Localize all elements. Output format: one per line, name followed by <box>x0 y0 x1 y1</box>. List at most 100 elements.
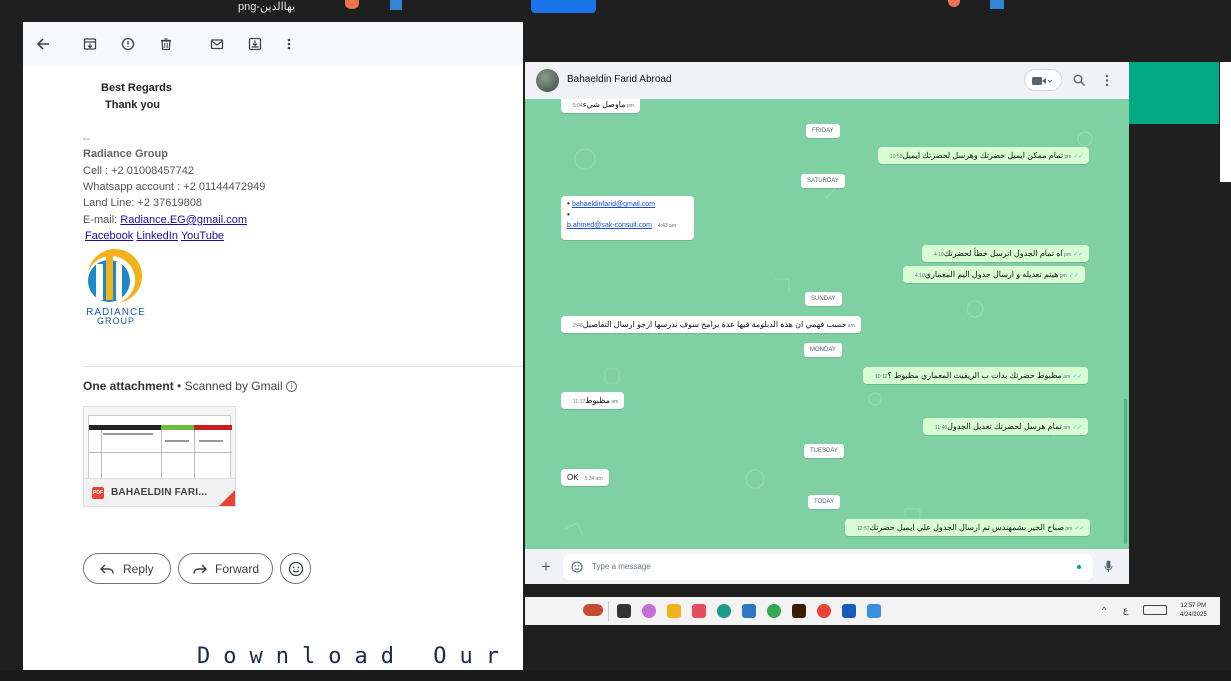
message-outgoing[interactable]: صباح الخير بشمهندس تم ارسال الجدول علي ا… <box>845 519 1091 536</box>
signature-email-link[interactable]: Radiance.EG@gmail.com <box>120 214 247 226</box>
message-text: مظبوط <box>585 396 610 405</box>
move-to-icon[interactable] <box>245 34 265 54</box>
radiance-logo-mark-icon <box>87 249 142 304</box>
video-call-button[interactable] <box>1024 69 1062 91</box>
forward-button[interactable]: Forward <box>178 553 273 584</box>
word-icon[interactable] <box>842 604 856 618</box>
attachment-thumbnail <box>88 415 232 480</box>
whatsapp-window: Bahaeldin Farid Abroad ماوصل شيء5:04 pm <box>525 62 1129 584</box>
attach-plus-icon[interactable]: + <box>541 558 551 575</box>
avatar[interactable] <box>536 69 559 92</box>
illustrator-icon[interactable] <box>792 604 806 618</box>
archive-icon[interactable] <box>80 34 100 54</box>
message-text: OK <box>567 473 579 482</box>
tab-icon[interactable] <box>345 0 359 9</box>
reply-button[interactable]: Reply <box>83 553 171 584</box>
task-view-icon[interactable] <box>617 604 631 618</box>
gmail-toolbar <box>23 22 523 66</box>
taskbar-clock[interactable]: 12:57 PM 4/24/2025 <box>1180 602 1207 620</box>
back-arrow-icon[interactable] <box>33 34 53 54</box>
tab-icon[interactable] <box>990 0 1004 9</box>
linkedin-link[interactable]: LinkedIn <box>136 230 178 242</box>
windows-taskbar: ^ ع 12:57 PM 4/24/2025 <box>525 597 1220 625</box>
desktop: png-بهاالدين Best Regards Thank you -- R… <box>0 0 1231 681</box>
gmail-message-pane: Best Regards Thank you -- Radiance Group… <box>23 22 523 670</box>
read-check-icon: ✓✓ <box>1074 526 1085 532</box>
pdf-file-icon: PDF <box>92 487 104 499</box>
sticker-icon[interactable] <box>571 561 583 573</box>
report-spam-icon[interactable] <box>118 34 138 54</box>
message-text: حسب فهمي ان هذة الدبلومة فيها عدة برامج … <box>582 320 847 329</box>
attachment-card[interactable]: PDF BAHAELDIN FARI... <box>83 406 236 507</box>
calculator-icon[interactable] <box>742 604 756 618</box>
app-icon[interactable] <box>867 604 881 618</box>
scanned-by-gmail: • Scanned by Gmail <box>177 379 283 393</box>
whatsapp-background-accent <box>1129 62 1219 124</box>
email-link-1[interactable]: bahaeldinfarid@gmail.com <box>572 201 655 208</box>
more-vert-icon[interactable] <box>279 34 299 54</box>
message-outgoing[interactable]: مظبوط حضرتك بدات ب الريفيت المعماري مظبو… <box>863 367 1089 384</box>
email-link-2[interactable]: b.ahmed@sak-consult.com <box>567 222 652 229</box>
signature-landline: Land Line: +2 37619808 <box>83 197 202 209</box>
message-incoming[interactable]: OK 5:34 am <box>561 469 609 486</box>
signature-cell: Cell : +2 01008457742 <box>83 165 195 177</box>
attachment-count: One attachment <box>83 379 174 393</box>
top-tab-strip: png-بهاالدين <box>0 0 1231 22</box>
message-incoming[interactable]: حسب فهمي ان هذة الدبلومة فيها عدة برامج … <box>561 316 861 333</box>
read-check-icon: ✓✓ <box>1072 425 1083 431</box>
email-bullet-3: b.ahmed@sak-consult.com 4:43 am <box>567 220 688 231</box>
emoji-icon <box>288 561 303 576</box>
read-check-icon: ✓✓ <box>1073 154 1084 160</box>
message-outgoing[interactable]: هيتم تعديله و ارسال جدول اليم المعماري4:… <box>903 266 1085 283</box>
edge-icon[interactable] <box>717 604 731 618</box>
info-icon[interactable]: i <box>285 381 297 393</box>
taskbar-search-box[interactable] <box>525 601 609 621</box>
message-text: تمام هرسل لحضرتك تعديل الجدول <box>947 422 1062 431</box>
emoji-react-button[interactable] <box>280 553 311 584</box>
logo-line-2: GROUP <box>96 316 135 326</box>
clock-date: 4/24/2025 <box>1180 612 1207 618</box>
chrome-alt-icon[interactable] <box>817 604 831 618</box>
day-divider-sunday: SUNDAY <box>805 292 842 306</box>
search-icon[interactable] <box>1073 74 1085 86</box>
file-explorer-icon[interactable] <box>667 604 681 618</box>
tab-icon[interactable] <box>390 0 402 10</box>
message-outgoing[interactable]: اه تمام الجدول اترسل خطأ لحضرتك4:10 pm ✓✓ <box>922 245 1090 262</box>
signature-whatsapp: Whatsapp account : +2 01144472949 <box>83 181 266 193</box>
message-time: 4:43 am <box>657 223 676 229</box>
read-check-icon: ✓✓ <box>1073 252 1084 258</box>
keyboard-language[interactable]: ع <box>1123 605 1128 616</box>
message-incoming-emails[interactable]: • bahaeldinfarid@gmail.com • b.ahmed@sak… <box>561 196 694 240</box>
chat-scrollbar[interactable] <box>1124 399 1127 544</box>
chrome-icon[interactable] <box>767 604 781 618</box>
signature-email-row: E-mail: Radiance.EG@gmail.com <box>83 212 247 228</box>
message-input-box[interactable]: Type a message <box>563 554 1093 580</box>
message-text: تمام ممكن ايميل حضرتك وهرسل لحضرتك ايميل <box>902 151 1064 160</box>
tray-chevron-icon[interactable]: ^ <box>1102 605 1106 615</box>
side-scrollbar[interactable] <box>1220 62 1231 182</box>
message-outgoing[interactable]: تمام هرسل لحضرتك تعديل الجدول11:46 am ✓✓ <box>923 418 1089 435</box>
attachment-footer: PDF BAHAELDIN FARI... <box>84 478 235 506</box>
trash-icon[interactable] <box>156 34 176 54</box>
green-dot-indicator <box>1077 565 1081 569</box>
tab-icon[interactable] <box>948 0 960 7</box>
facebook-link[interactable]: Facebook <box>85 230 133 242</box>
active-window-tab[interactable] <box>531 0 596 13</box>
mark-unread-icon[interactable] <box>207 34 227 54</box>
microphone-icon[interactable] <box>1104 560 1113 573</box>
menu-icon[interactable] <box>1104 74 1110 87</box>
contact-name[interactable]: Bahaeldin Farid Abroad <box>567 74 672 85</box>
search-highlight-icon <box>583 604 603 616</box>
message-text: صباح الخير بشمهندس تم ارسال الجدول علي ا… <box>869 523 1065 532</box>
day-divider-tuesday: TUESDAY <box>804 444 844 458</box>
message-incoming[interactable]: ماوصل شيء5:04 pm <box>561 99 640 113</box>
message-time: 5:34 am <box>584 476 603 482</box>
youtube-link[interactable]: YouTube <box>181 230 224 242</box>
message-outgoing[interactable]: تمام ممكن ايميل حضرتك وهرسل لحضرتك ايميل… <box>878 147 1090 164</box>
network-volume-icon[interactable] <box>1143 605 1167 615</box>
snipping-tool-icon[interactable] <box>692 604 706 618</box>
attachment-filename: BAHAELDIN FARI... <box>111 487 208 498</box>
copilot-icon[interactable] <box>642 604 656 618</box>
message-incoming[interactable]: مظبوط11:17 am <box>561 392 625 409</box>
top-tab-label[interactable]: png-بهاالدين <box>238 0 295 13</box>
